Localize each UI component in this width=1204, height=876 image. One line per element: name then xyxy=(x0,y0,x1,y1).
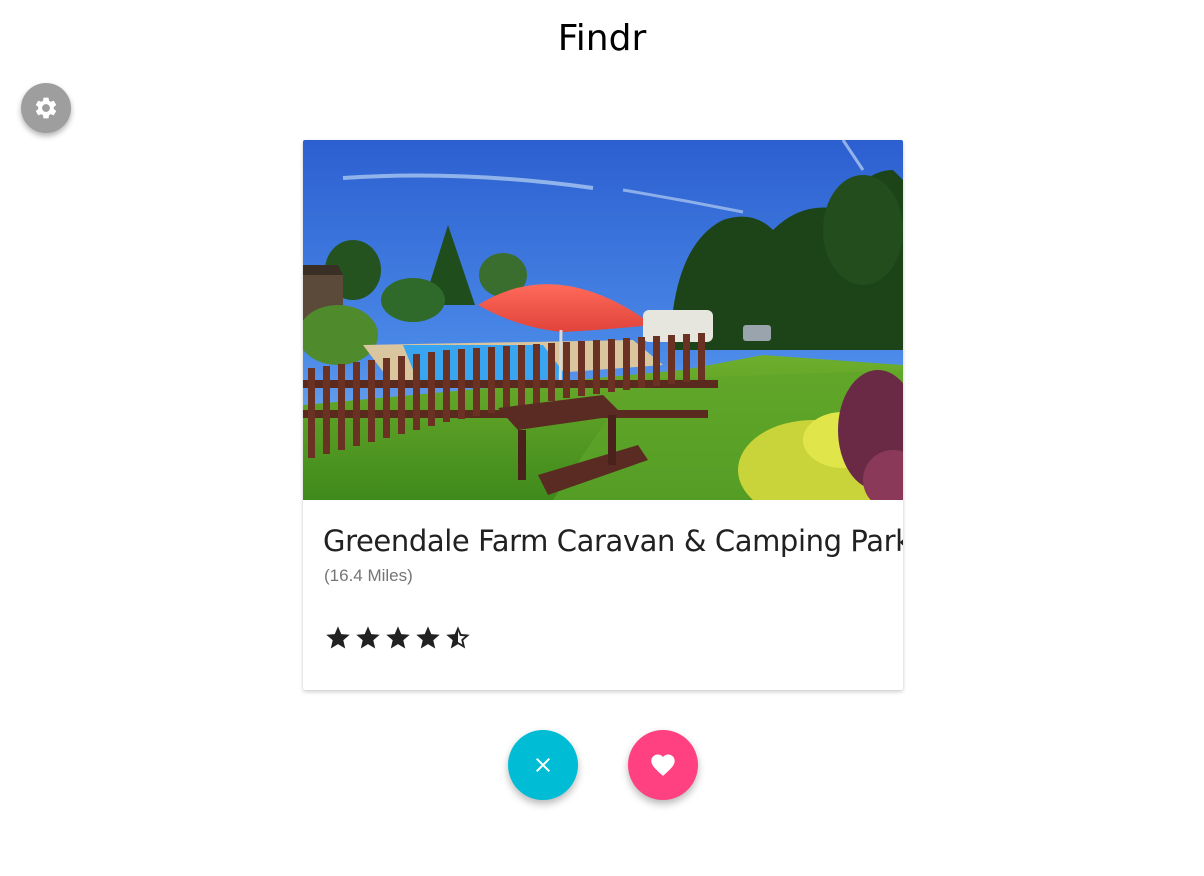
star-icon xyxy=(356,626,380,649)
star-rating xyxy=(324,624,472,652)
settings-button[interactable] xyxy=(21,83,71,133)
place-name: Greendale Farm Caravan & Camping Park xyxy=(323,524,903,558)
dismiss-button[interactable] xyxy=(508,730,578,800)
app-title: Findr xyxy=(557,18,647,59)
heart-icon xyxy=(651,754,675,776)
star-icon xyxy=(416,626,440,649)
star-half-icon xyxy=(446,626,470,649)
close-icon xyxy=(536,758,550,772)
star-icon xyxy=(326,626,350,649)
like-button[interactable] xyxy=(628,730,698,800)
place-card[interactable]: Greendale Farm Caravan & Camping Park (1… xyxy=(303,140,903,690)
gear-icon xyxy=(35,97,57,119)
campsite-photo xyxy=(303,140,903,500)
place-distance: (16.4 Miles) xyxy=(324,566,413,585)
star-icon xyxy=(386,626,410,649)
